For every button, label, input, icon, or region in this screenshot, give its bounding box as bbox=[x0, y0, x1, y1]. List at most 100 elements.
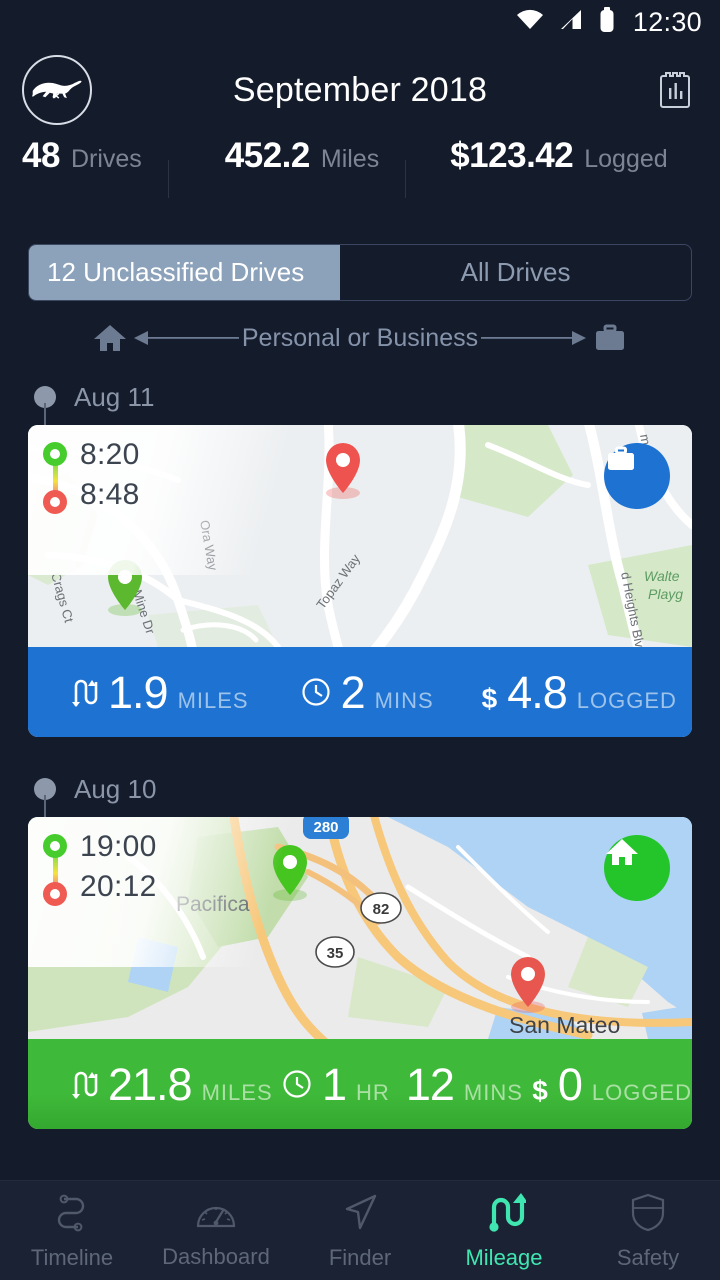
drive-end-time: 8:48 bbox=[80, 477, 140, 511]
home-icon bbox=[88, 322, 132, 354]
route-end-dot bbox=[43, 882, 67, 906]
drive-duration-mins: 2 bbox=[340, 666, 366, 718]
drive-map[interactable]: Gold Mine Dr Ora Way Crags Ct Topaz Way … bbox=[28, 425, 692, 647]
drive-group: Aug 11 Gold Mine Dr Crags Ct Topaz Way d… bbox=[0, 369, 720, 737]
route-icon bbox=[51, 1191, 93, 1238]
clock-icon bbox=[301, 677, 331, 707]
currency-symbol: $ bbox=[532, 1074, 548, 1106]
drive-cost-value: 4.8 bbox=[507, 666, 568, 718]
cell-signal-icon bbox=[559, 8, 585, 37]
classification-badge-personal[interactable] bbox=[604, 835, 670, 901]
classification-badge-business[interactable] bbox=[604, 443, 670, 509]
drive-feed: Aug 11 Gold Mine Dr Crags Ct Topaz Way d… bbox=[0, 369, 720, 1129]
arrow-right-icon bbox=[480, 328, 588, 348]
nav-item-label: Dashboard bbox=[162, 1243, 270, 1269]
drive-end-time: 20:12 bbox=[80, 869, 157, 903]
swipe-hint: Personal or Business bbox=[0, 307, 720, 369]
drive-filter-tabs: 12 Unclassified Drives All Drives bbox=[28, 244, 692, 301]
red-map-pin bbox=[511, 957, 545, 1013]
drive-duration-hours-unit: HR bbox=[356, 1079, 390, 1105]
stat-drives: 48 Drives bbox=[22, 136, 142, 176]
route-indicator bbox=[42, 442, 68, 514]
drive-miles-value: 1.9 bbox=[108, 666, 169, 718]
drive-cost-value: 0 bbox=[557, 1058, 583, 1110]
stat-logged-value: $123.42 bbox=[450, 136, 574, 175]
app-screen: 12:30 September 2018 48 Drives 452.2 Mil… bbox=[0, 0, 720, 1280]
drive-map[interactable]: 280 82 35 Pacifica bbox=[28, 817, 692, 1039]
wifi-icon bbox=[515, 8, 545, 37]
nav-item-finder[interactable]: Finder bbox=[288, 1191, 432, 1271]
drive-card[interactable]: 280 82 35 Pacifica bbox=[28, 817, 692, 1129]
drive-start-time: 19:00 bbox=[80, 830, 157, 863]
swipe-hint-label: Personal or Business bbox=[241, 323, 479, 352]
stat-miles-value: 452.2 bbox=[224, 136, 311, 175]
mustang-pony-logo[interactable] bbox=[22, 55, 92, 125]
red-map-pin bbox=[326, 443, 360, 499]
mileage-arrows-icon bbox=[68, 1068, 98, 1100]
svg-text:35: 35 bbox=[327, 945, 344, 962]
nav-item-dashboard[interactable]: Dashboard bbox=[144, 1192, 288, 1270]
route-end-dot bbox=[43, 490, 67, 514]
nav-item-timeline[interactable]: Timeline bbox=[0, 1191, 144, 1271]
stat-drives-label: Drives bbox=[70, 145, 142, 173]
nav-item-label: Safety bbox=[616, 1244, 680, 1270]
stat-divider bbox=[167, 160, 169, 198]
bottom-navigation: Timeline Dashboard Finder Mileage Safety bbox=[0, 1180, 720, 1280]
drive-duration-mins-unit: MINS bbox=[374, 687, 434, 713]
drive-card[interactable]: Gold Mine Dr Ora Way Crags Ct Topaz Way … bbox=[28, 425, 692, 737]
drive-miles-unit: MILES bbox=[201, 1079, 273, 1105]
drive-group: Aug 10 82 35 San Mateo 19:00 20:12 21.8 … bbox=[0, 761, 720, 1129]
stat-miles: 452.2 Miles bbox=[225, 136, 379, 176]
currency-symbol: $ bbox=[481, 682, 498, 714]
stat-miles-label: Miles bbox=[320, 145, 380, 173]
drive-start-time: 8:20 bbox=[80, 438, 140, 471]
svg-text:82: 82 bbox=[373, 901, 390, 918]
day-header: Aug 11 bbox=[0, 369, 720, 425]
stat-logged: $123.42 Logged bbox=[450, 136, 667, 176]
day-label: Aug 10 bbox=[74, 773, 157, 804]
nav-item-label: Finder bbox=[328, 1244, 392, 1270]
route-shield-82: 82 bbox=[360, 892, 402, 924]
route-indicator bbox=[42, 834, 68, 906]
notebook-report-icon[interactable] bbox=[652, 67, 698, 113]
status-bar: 12:30 bbox=[0, 0, 720, 44]
nav-item-label: Timeline bbox=[30, 1244, 114, 1270]
nav-item-label: Mileage bbox=[465, 1244, 543, 1270]
tab-unclassified-drives[interactable]: 12 Unclassified Drives bbox=[29, 245, 341, 300]
map-place-label: Walte bbox=[644, 568, 680, 584]
drive-duration-mins-unit: MINS bbox=[463, 1079, 523, 1105]
drive-duration-hours: 1 bbox=[322, 1058, 347, 1110]
drive-duration-mins: 12 bbox=[405, 1058, 455, 1110]
map-place-label: San Mateo bbox=[509, 1012, 620, 1038]
arrow-left-icon bbox=[132, 328, 240, 348]
drive-times: 19:00 20:12 bbox=[42, 827, 157, 906]
clock-icon bbox=[282, 1069, 312, 1099]
drive-cost-label: LOGGED bbox=[591, 1079, 692, 1105]
navigation-arrow-icon bbox=[339, 1191, 381, 1238]
drive-miles-unit: MILES bbox=[177, 687, 249, 713]
stat-drives-value: 48 bbox=[22, 136, 60, 175]
day-label: Aug 11 bbox=[74, 381, 155, 412]
route-start-dot bbox=[43, 442, 67, 466]
map-place-label: Playg bbox=[648, 586, 683, 602]
route-start-dot bbox=[43, 834, 67, 858]
day-header: Aug 10 bbox=[0, 761, 720, 817]
drive-stats-bar: 1.9 MILES 2 MINS $ 4.8 LOGGED bbox=[28, 647, 692, 737]
header: September 2018 bbox=[0, 44, 720, 136]
battery-icon bbox=[599, 6, 615, 38]
stat-logged-label: Logged bbox=[584, 145, 668, 173]
page-title: September 2018 bbox=[232, 70, 488, 109]
gauge-icon bbox=[194, 1192, 238, 1237]
shield-icon bbox=[628, 1191, 668, 1238]
drive-stats-bar: 21.8 MILES 1 HR 12 MINS $ 0 LOGGED bbox=[28, 1039, 692, 1129]
mileage-arrows-icon bbox=[482, 1191, 528, 1238]
nav-item-safety[interactable]: Safety bbox=[576, 1191, 720, 1271]
briefcase-icon bbox=[588, 322, 632, 354]
summary-stats: 48 Drives 452.2 Miles $123.42 Logged bbox=[0, 136, 720, 222]
stat-divider bbox=[405, 160, 407, 198]
drive-miles-value: 21.8 bbox=[108, 1058, 193, 1110]
drive-cost-label: LOGGED bbox=[576, 687, 677, 713]
status-bar-clock: 12:30 bbox=[632, 6, 702, 37]
nav-item-mileage[interactable]: Mileage bbox=[432, 1191, 576, 1271]
tab-all-drives[interactable]: All Drives bbox=[340, 245, 691, 300]
